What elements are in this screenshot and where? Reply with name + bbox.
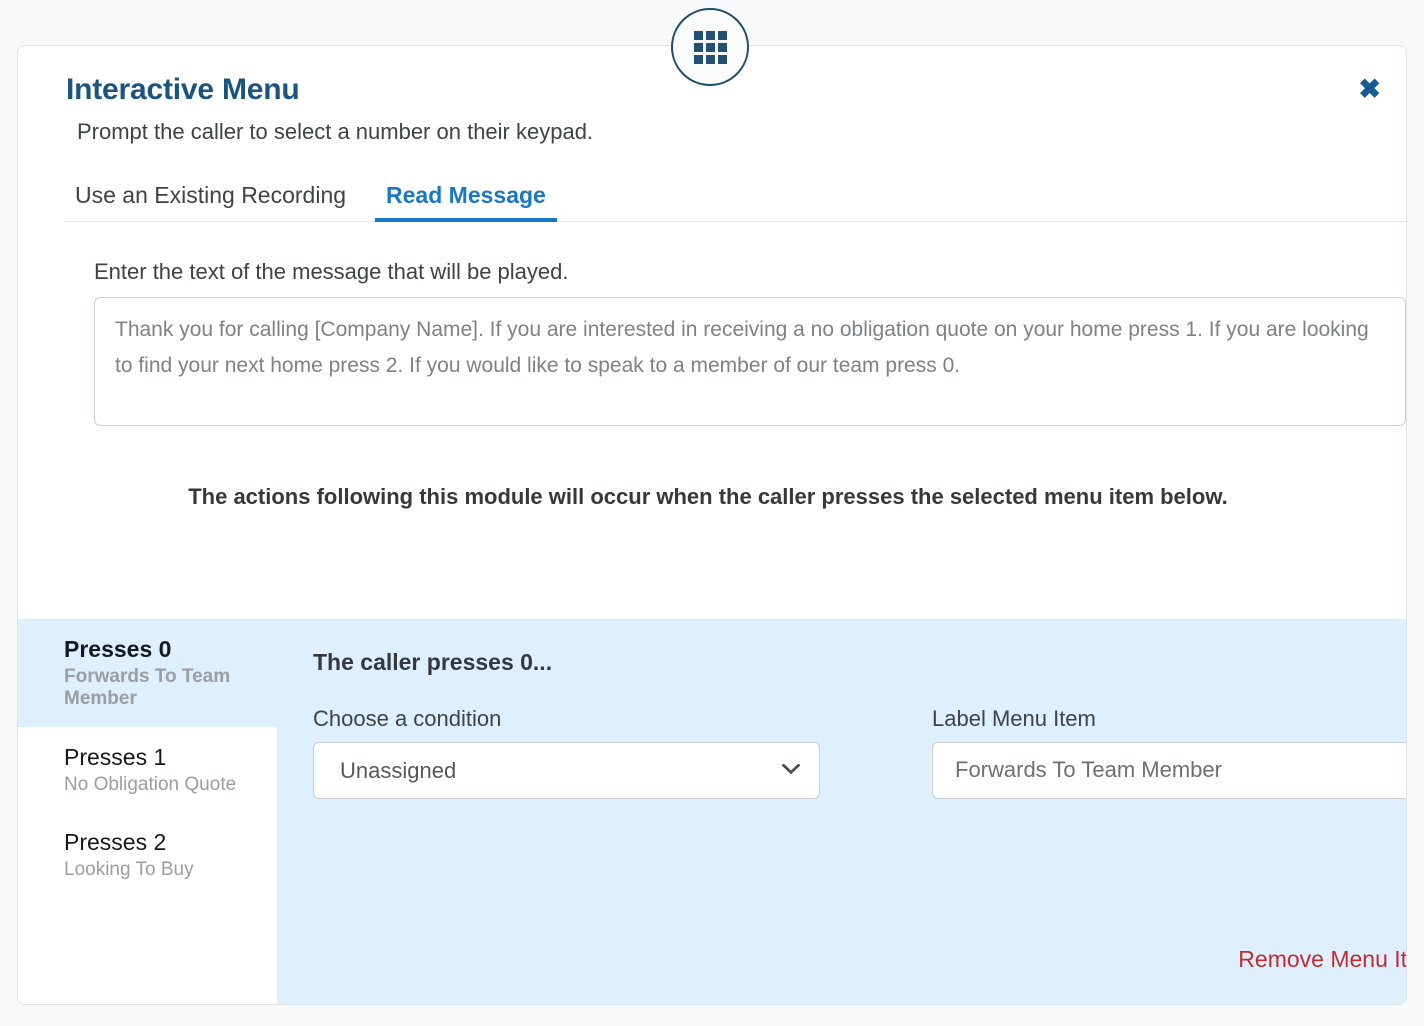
interactive-menu-card: Interactive Menu Prompt the caller to se… — [17, 45, 1407, 1005]
menu-item-detail: The caller presses 0... Choose a conditi… — [277, 619, 1406, 1004]
menu-item-presses-1[interactable]: Presses 1 No Obligation Quote — [18, 726, 277, 813]
menu-actions-notice: The actions following this module will o… — [188, 484, 1228, 510]
condition-select-wrapper: Unassigned — [313, 741, 820, 799]
menu-item-title: Presses 1 — [64, 743, 167, 770]
tab-read-message[interactable]: Read Message — [375, 182, 557, 222]
close-icon[interactable]: ✖ — [1358, 76, 1381, 103]
remove-menu-item-link[interactable]: Remove Menu Item — [1238, 946, 1406, 974]
condition-label: Choose a condition — [313, 705, 502, 731]
menu-items-panel: Presses 0 Forwards To Team Member Presse… — [18, 619, 1406, 1004]
menu-item-title: Presses 0 — [64, 636, 172, 662]
add-menu-item-button[interactable]: ➕ Menu Item — [18, 897, 277, 1004]
condition-select[interactable]: Unassigned — [313, 741, 820, 799]
tab-bar: Use an Existing Recording Read Message — [18, 182, 1406, 222]
detail-columns: Choose a condition Unassigned Label Menu… — [313, 705, 1406, 799]
tab-use-an-existing-recording[interactable]: Use an Existing Recording — [64, 182, 357, 222]
menu-item-list: Presses 0 Forwards To Team Member Presse… — [18, 619, 277, 1004]
menu-label-column: Label Menu Item — [879, 705, 1406, 799]
message-textarea[interactable] — [94, 297, 1406, 427]
menu-item-subtitle: Forwards To Team Member — [64, 666, 231, 710]
app-root: Interactive Menu Prompt the caller to se… — [0, 0, 1424, 1026]
menu-item-subtitle: No Obligation Quote — [64, 773, 237, 795]
keypad-grid-glyph — [693, 30, 727, 64]
condition-column: Choose a condition Unassigned — [313, 706, 879, 799]
menu-item-presses-2[interactable]: Presses 2 Looking To Buy — [18, 812, 277, 898]
menu-label-label: Label Menu Item — [932, 705, 1096, 731]
detail-heading: The caller presses 0... — [313, 649, 553, 675]
page-subtitle: Prompt the caller to select a number on … — [77, 119, 594, 144]
message-field-label: Enter the text of the message that will … — [94, 258, 569, 284]
card-body: Enter the text of the message that will … — [18, 259, 1406, 511]
menu-item-subtitle: Looking To Buy — [64, 859, 194, 881]
keypad-grid-icon — [671, 8, 749, 86]
menu-item-presses-0[interactable]: Presses 0 Forwards To Team Member — [18, 619, 277, 727]
menu-label-input[interactable] — [932, 741, 1406, 799]
menu-item-title: Presses 2 — [64, 829, 167, 856]
